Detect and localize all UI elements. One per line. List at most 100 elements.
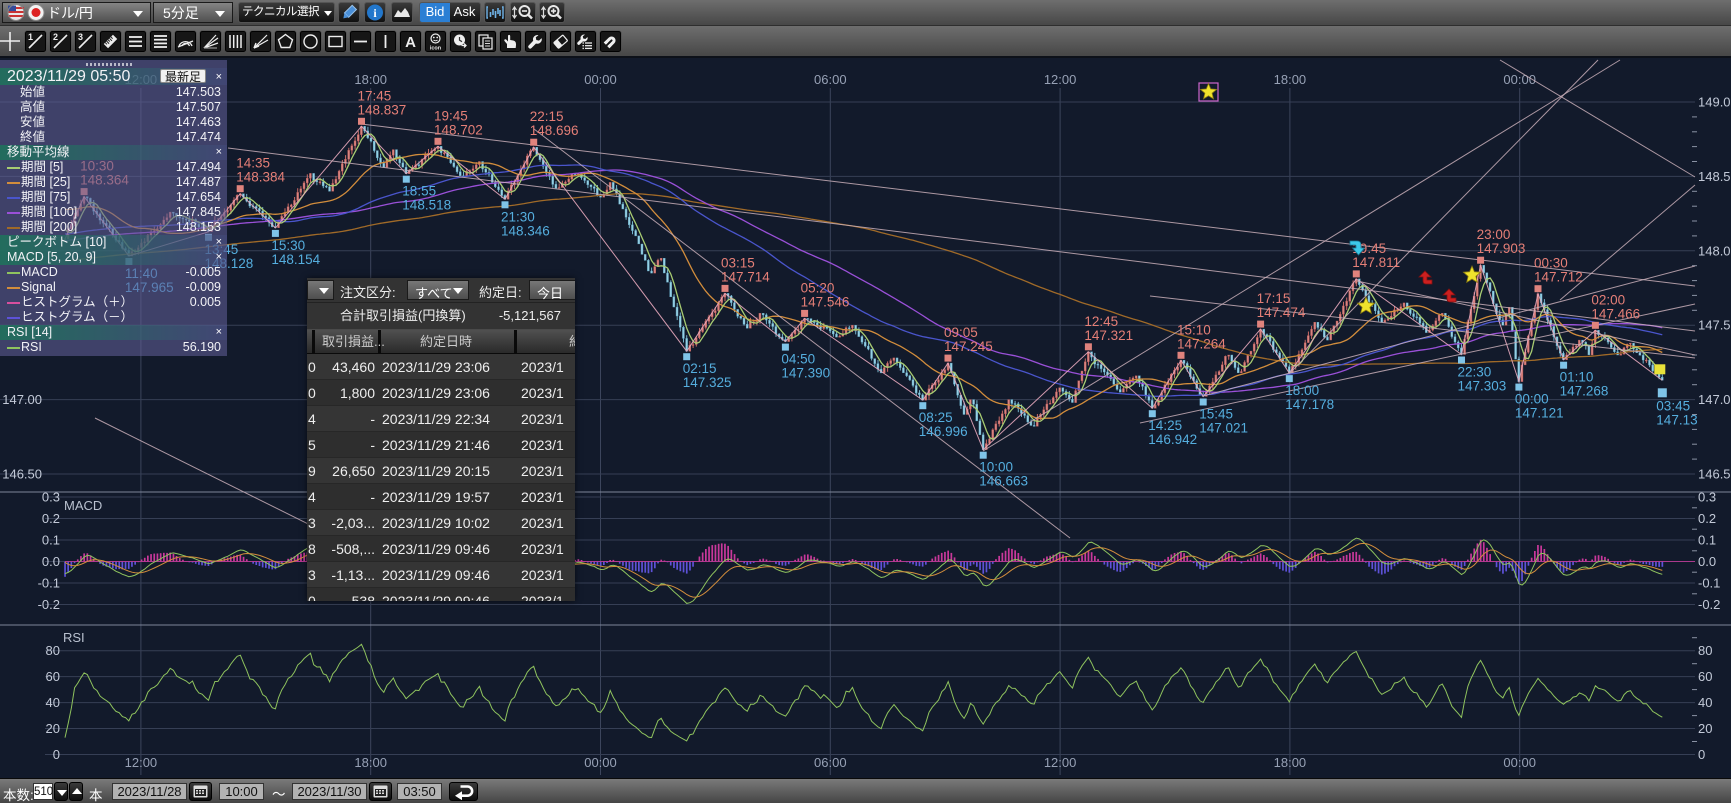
svg-text:12:00: 12:00 xyxy=(1044,72,1077,87)
svg-text:06:00: 06:00 xyxy=(814,755,847,770)
svg-text:147.712: 147.712 xyxy=(1534,270,1583,285)
svg-text:02:00: 02:00 xyxy=(1591,292,1625,307)
svg-text:146.663: 146.663 xyxy=(979,474,1028,489)
svg-text:-0.2: -0.2 xyxy=(1698,597,1720,612)
svg-text:147.303: 147.303 xyxy=(1458,379,1507,394)
svg-text:148.154: 148.154 xyxy=(271,252,320,267)
svg-text:21:30: 21:30 xyxy=(501,209,535,224)
svg-text:04:50: 04:50 xyxy=(781,352,815,367)
svg-text:06:00: 06:00 xyxy=(814,72,847,87)
svg-text:148.00: 148.00 xyxy=(1698,243,1731,258)
svg-text:01:10: 01:10 xyxy=(1560,370,1594,385)
svg-text:18:00: 18:00 xyxy=(354,755,387,770)
svg-text:147.121: 147.121 xyxy=(1515,406,1564,421)
svg-text:00:00: 00:00 xyxy=(584,72,617,87)
svg-text:80: 80 xyxy=(1698,643,1712,658)
svg-text:146.942: 146.942 xyxy=(1148,432,1197,447)
svg-text:148.384: 148.384 xyxy=(236,170,285,185)
svg-text:148.346: 148.346 xyxy=(501,223,550,238)
svg-text:147.245: 147.245 xyxy=(944,339,993,354)
svg-text:15:30: 15:30 xyxy=(271,238,305,253)
svg-text:00:30: 00:30 xyxy=(1534,256,1568,271)
svg-text:147.021: 147.021 xyxy=(1199,421,1248,436)
svg-text:0.1: 0.1 xyxy=(1698,533,1716,548)
svg-text:0.0: 0.0 xyxy=(1698,554,1716,569)
svg-text:147.474: 147.474 xyxy=(1257,305,1306,320)
svg-text:149.00: 149.00 xyxy=(1698,95,1731,110)
svg-text:147.00: 147.00 xyxy=(1698,392,1731,407)
svg-text:20: 20 xyxy=(46,721,60,736)
svg-text:-0.2: -0.2 xyxy=(38,597,60,612)
svg-text:00:00: 00:00 xyxy=(1503,755,1536,770)
svg-text:147.811: 147.811 xyxy=(1352,255,1400,270)
svg-text:15:45: 15:45 xyxy=(1199,407,1233,422)
svg-text:A: A xyxy=(405,34,416,51)
svg-text:147.178: 147.178 xyxy=(1285,397,1334,412)
svg-text:12:00: 12:00 xyxy=(125,755,158,770)
svg-text:40: 40 xyxy=(46,695,60,710)
svg-text:08:25: 08:25 xyxy=(919,410,953,425)
svg-text:17:45: 17:45 xyxy=(358,88,392,103)
svg-text:00:00: 00:00 xyxy=(584,755,617,770)
svg-text:40: 40 xyxy=(1698,695,1712,710)
svg-text:147.390: 147.390 xyxy=(781,366,830,381)
svg-text:0.3: 0.3 xyxy=(42,490,60,505)
svg-text:00:00: 00:00 xyxy=(1515,392,1549,407)
svg-text:2: 2 xyxy=(53,32,58,42)
svg-text:18:00: 18:00 xyxy=(354,72,387,87)
svg-text:23:00: 23:00 xyxy=(1477,227,1511,242)
svg-text:147.466: 147.466 xyxy=(1591,306,1640,321)
svg-text:0.0: 0.0 xyxy=(42,554,60,569)
svg-text:0.2: 0.2 xyxy=(1698,511,1716,526)
svg-text:147.268: 147.268 xyxy=(1560,384,1609,399)
svg-text:147.546: 147.546 xyxy=(801,294,850,309)
svg-text:09:05: 09:05 xyxy=(944,325,978,340)
svg-text:0.3: 0.3 xyxy=(1698,490,1716,505)
svg-text:icon: icon xyxy=(430,46,442,52)
svg-text:10:00: 10:00 xyxy=(979,460,1013,475)
svg-text:14:25: 14:25 xyxy=(1148,418,1182,433)
svg-text:05:20: 05:20 xyxy=(801,280,835,295)
svg-text:15:10: 15:10 xyxy=(1177,322,1211,337)
svg-text:1: 1 xyxy=(28,32,33,42)
svg-text:03:15: 03:15 xyxy=(721,255,755,270)
svg-text:147.00: 147.00 xyxy=(2,392,42,407)
svg-text:146.50: 146.50 xyxy=(1698,467,1731,482)
svg-text:80: 80 xyxy=(46,643,60,658)
svg-text:146.996: 146.996 xyxy=(919,424,968,439)
svg-text:0: 0 xyxy=(1698,747,1705,762)
svg-text:148.837: 148.837 xyxy=(358,102,407,117)
svg-text:0.1: 0.1 xyxy=(42,533,60,548)
svg-text:147.321: 147.321 xyxy=(1084,328,1133,343)
svg-text:60: 60 xyxy=(1698,669,1712,684)
svg-text:18:00: 18:00 xyxy=(1274,72,1307,87)
svg-text:22:30: 22:30 xyxy=(1458,365,1492,380)
svg-text:19:45: 19:45 xyxy=(434,108,468,123)
svg-text:148.518: 148.518 xyxy=(402,198,451,213)
svg-text:147.325: 147.325 xyxy=(683,375,732,390)
svg-text:14:35: 14:35 xyxy=(236,156,270,171)
svg-text:147.50: 147.50 xyxy=(1698,318,1731,333)
svg-text:00:00: 00:00 xyxy=(1503,72,1536,87)
svg-text:147.264: 147.264 xyxy=(1177,336,1226,351)
svg-text:20: 20 xyxy=(1698,721,1712,736)
svg-text:18:00: 18:00 xyxy=(1274,755,1307,770)
svg-text:03:45: 03:45 xyxy=(1656,398,1690,413)
svg-text:18:00: 18:00 xyxy=(1285,383,1319,398)
svg-text:0: 0 xyxy=(53,747,60,762)
svg-text:146.50: 146.50 xyxy=(2,467,42,482)
svg-text:60: 60 xyxy=(46,669,60,684)
svg-text:18:55: 18:55 xyxy=(402,184,436,199)
svg-text:-0.1: -0.1 xyxy=(1698,576,1720,591)
svg-text:12:00: 12:00 xyxy=(1044,755,1077,770)
svg-text:147.714: 147.714 xyxy=(721,269,770,284)
svg-text:12:45: 12:45 xyxy=(1084,314,1118,329)
svg-text:MACD: MACD xyxy=(64,498,102,513)
svg-text:3: 3 xyxy=(78,32,83,42)
svg-text:148.50: 148.50 xyxy=(1698,169,1731,184)
svg-text:17:15: 17:15 xyxy=(1257,291,1291,306)
svg-text:147.903: 147.903 xyxy=(1477,241,1526,256)
svg-text:22:15: 22:15 xyxy=(530,109,564,124)
svg-text:148.696: 148.696 xyxy=(530,123,579,138)
svg-text:147.13: 147.13 xyxy=(1656,412,1697,427)
